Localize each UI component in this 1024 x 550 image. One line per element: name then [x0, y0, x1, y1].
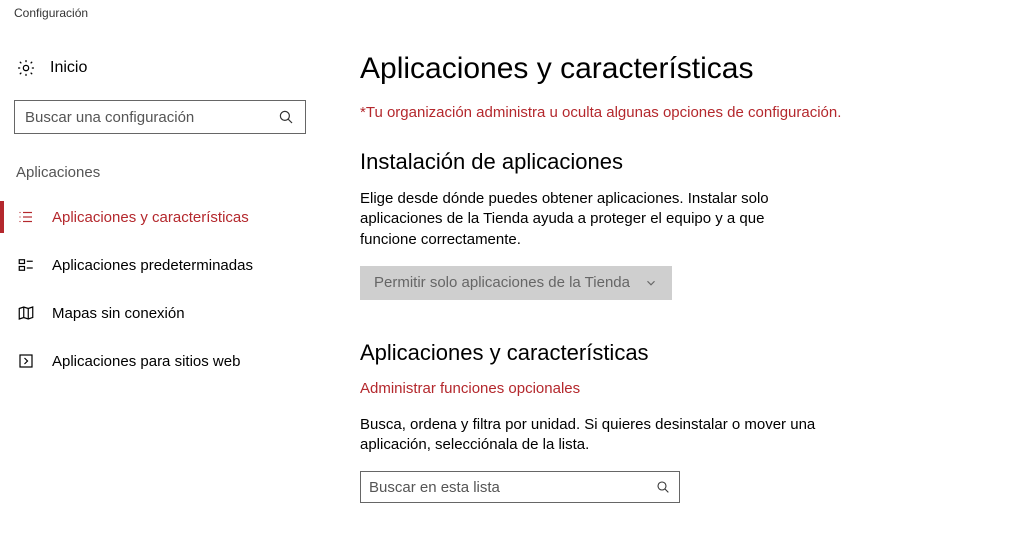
open-external-icon — [16, 351, 36, 371]
install-heading: Instalación de aplicaciones — [360, 149, 984, 175]
sidebar-section-label: Aplicaciones — [0, 158, 320, 193]
nav-label: Aplicaciones para sitios web — [52, 353, 240, 370]
settings-search-input[interactable] — [25, 109, 277, 126]
manage-optional-features-link[interactable]: Administrar funciones opcionales — [360, 380, 580, 397]
nav-label: Aplicaciones predeterminadas — [52, 257, 253, 274]
nav-apps-and-features[interactable]: Aplicaciones y características — [0, 193, 320, 241]
app-list-search[interactable] — [360, 471, 680, 503]
install-description: Elige desde dónde puedes obtener aplicac… — [360, 189, 820, 250]
chevron-down-icon — [644, 276, 658, 290]
nav-default-apps[interactable]: Aplicaciones predeterminadas — [0, 241, 320, 289]
dropdown-value: Permitir solo aplicaciones de la Tienda — [374, 274, 630, 291]
install-source-dropdown[interactable]: Permitir solo aplicaciones de la Tienda — [360, 266, 672, 300]
org-managed-note: *Tu organización administra u oculta alg… — [360, 104, 984, 121]
sidebar: Inicio Aplicaciones — [0, 22, 320, 550]
gear-icon — [16, 58, 36, 78]
features-description: Busca, ordena y filtra por unidad. Si qu… — [360, 415, 820, 456]
nav-apps-for-websites[interactable]: Aplicaciones para sitios web — [0, 337, 320, 385]
nav-offline-maps[interactable]: Mapas sin conexión — [0, 289, 320, 337]
defaults-icon — [16, 255, 36, 275]
search-icon — [277, 108, 295, 126]
list-icon — [16, 207, 36, 227]
home-button[interactable]: Inicio — [0, 52, 320, 92]
map-icon — [16, 303, 36, 323]
features-heading: Aplicaciones y características — [360, 340, 984, 366]
main-panel: Aplicaciones y características *Tu organ… — [320, 22, 1024, 550]
search-icon — [655, 479, 671, 495]
nav-label: Aplicaciones y características — [52, 209, 249, 226]
app-list-search-input[interactable] — [369, 479, 655, 496]
settings-search[interactable] — [14, 100, 306, 134]
window-title: Configuración — [0, 0, 1024, 22]
nav-label: Mapas sin conexión — [52, 305, 185, 322]
home-label: Inicio — [50, 59, 87, 77]
page-title: Aplicaciones y características — [360, 52, 984, 86]
